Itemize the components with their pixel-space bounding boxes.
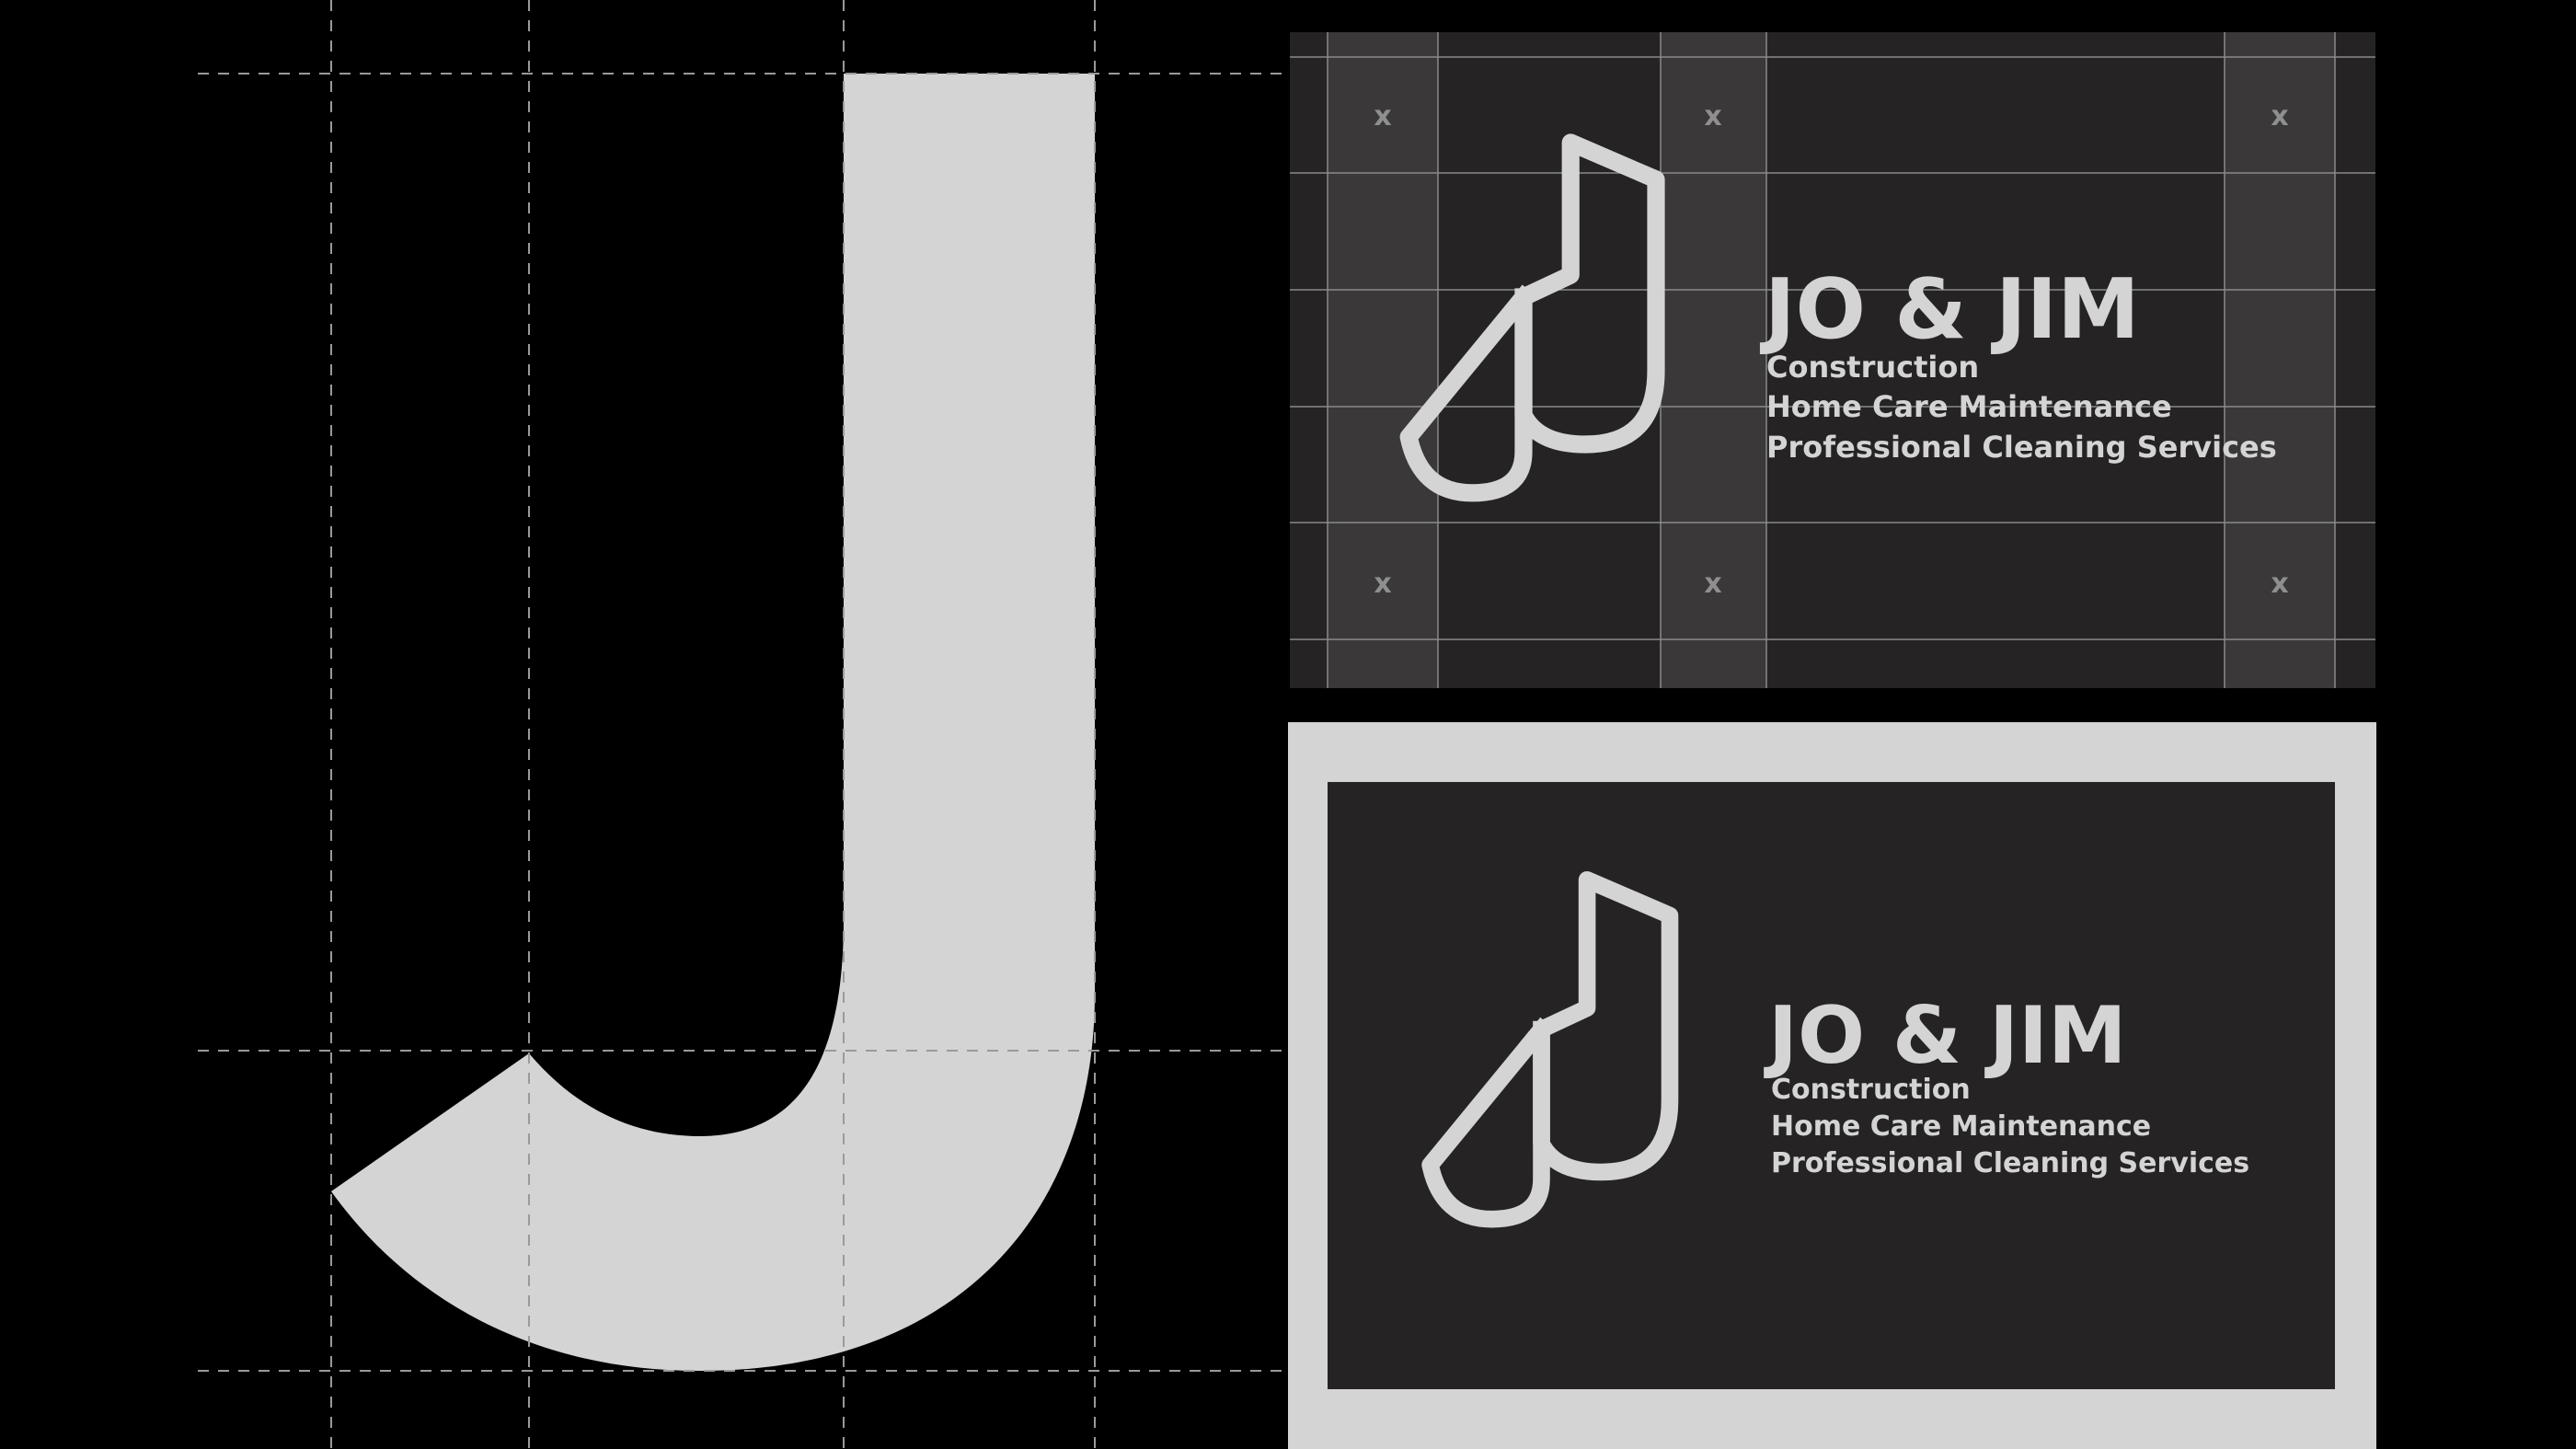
final-card-brand-name: JO & JIM <box>1768 990 2127 1082</box>
final-business-card <box>1288 722 2376 1449</box>
final-card-service-cleaning: Professional Cleaning Services <box>1771 1147 2250 1179</box>
final-card-service-construction: Construction <box>1771 1074 1971 1106</box>
final-card-service-home-care: Home Care Maintenance <box>1771 1110 2152 1143</box>
